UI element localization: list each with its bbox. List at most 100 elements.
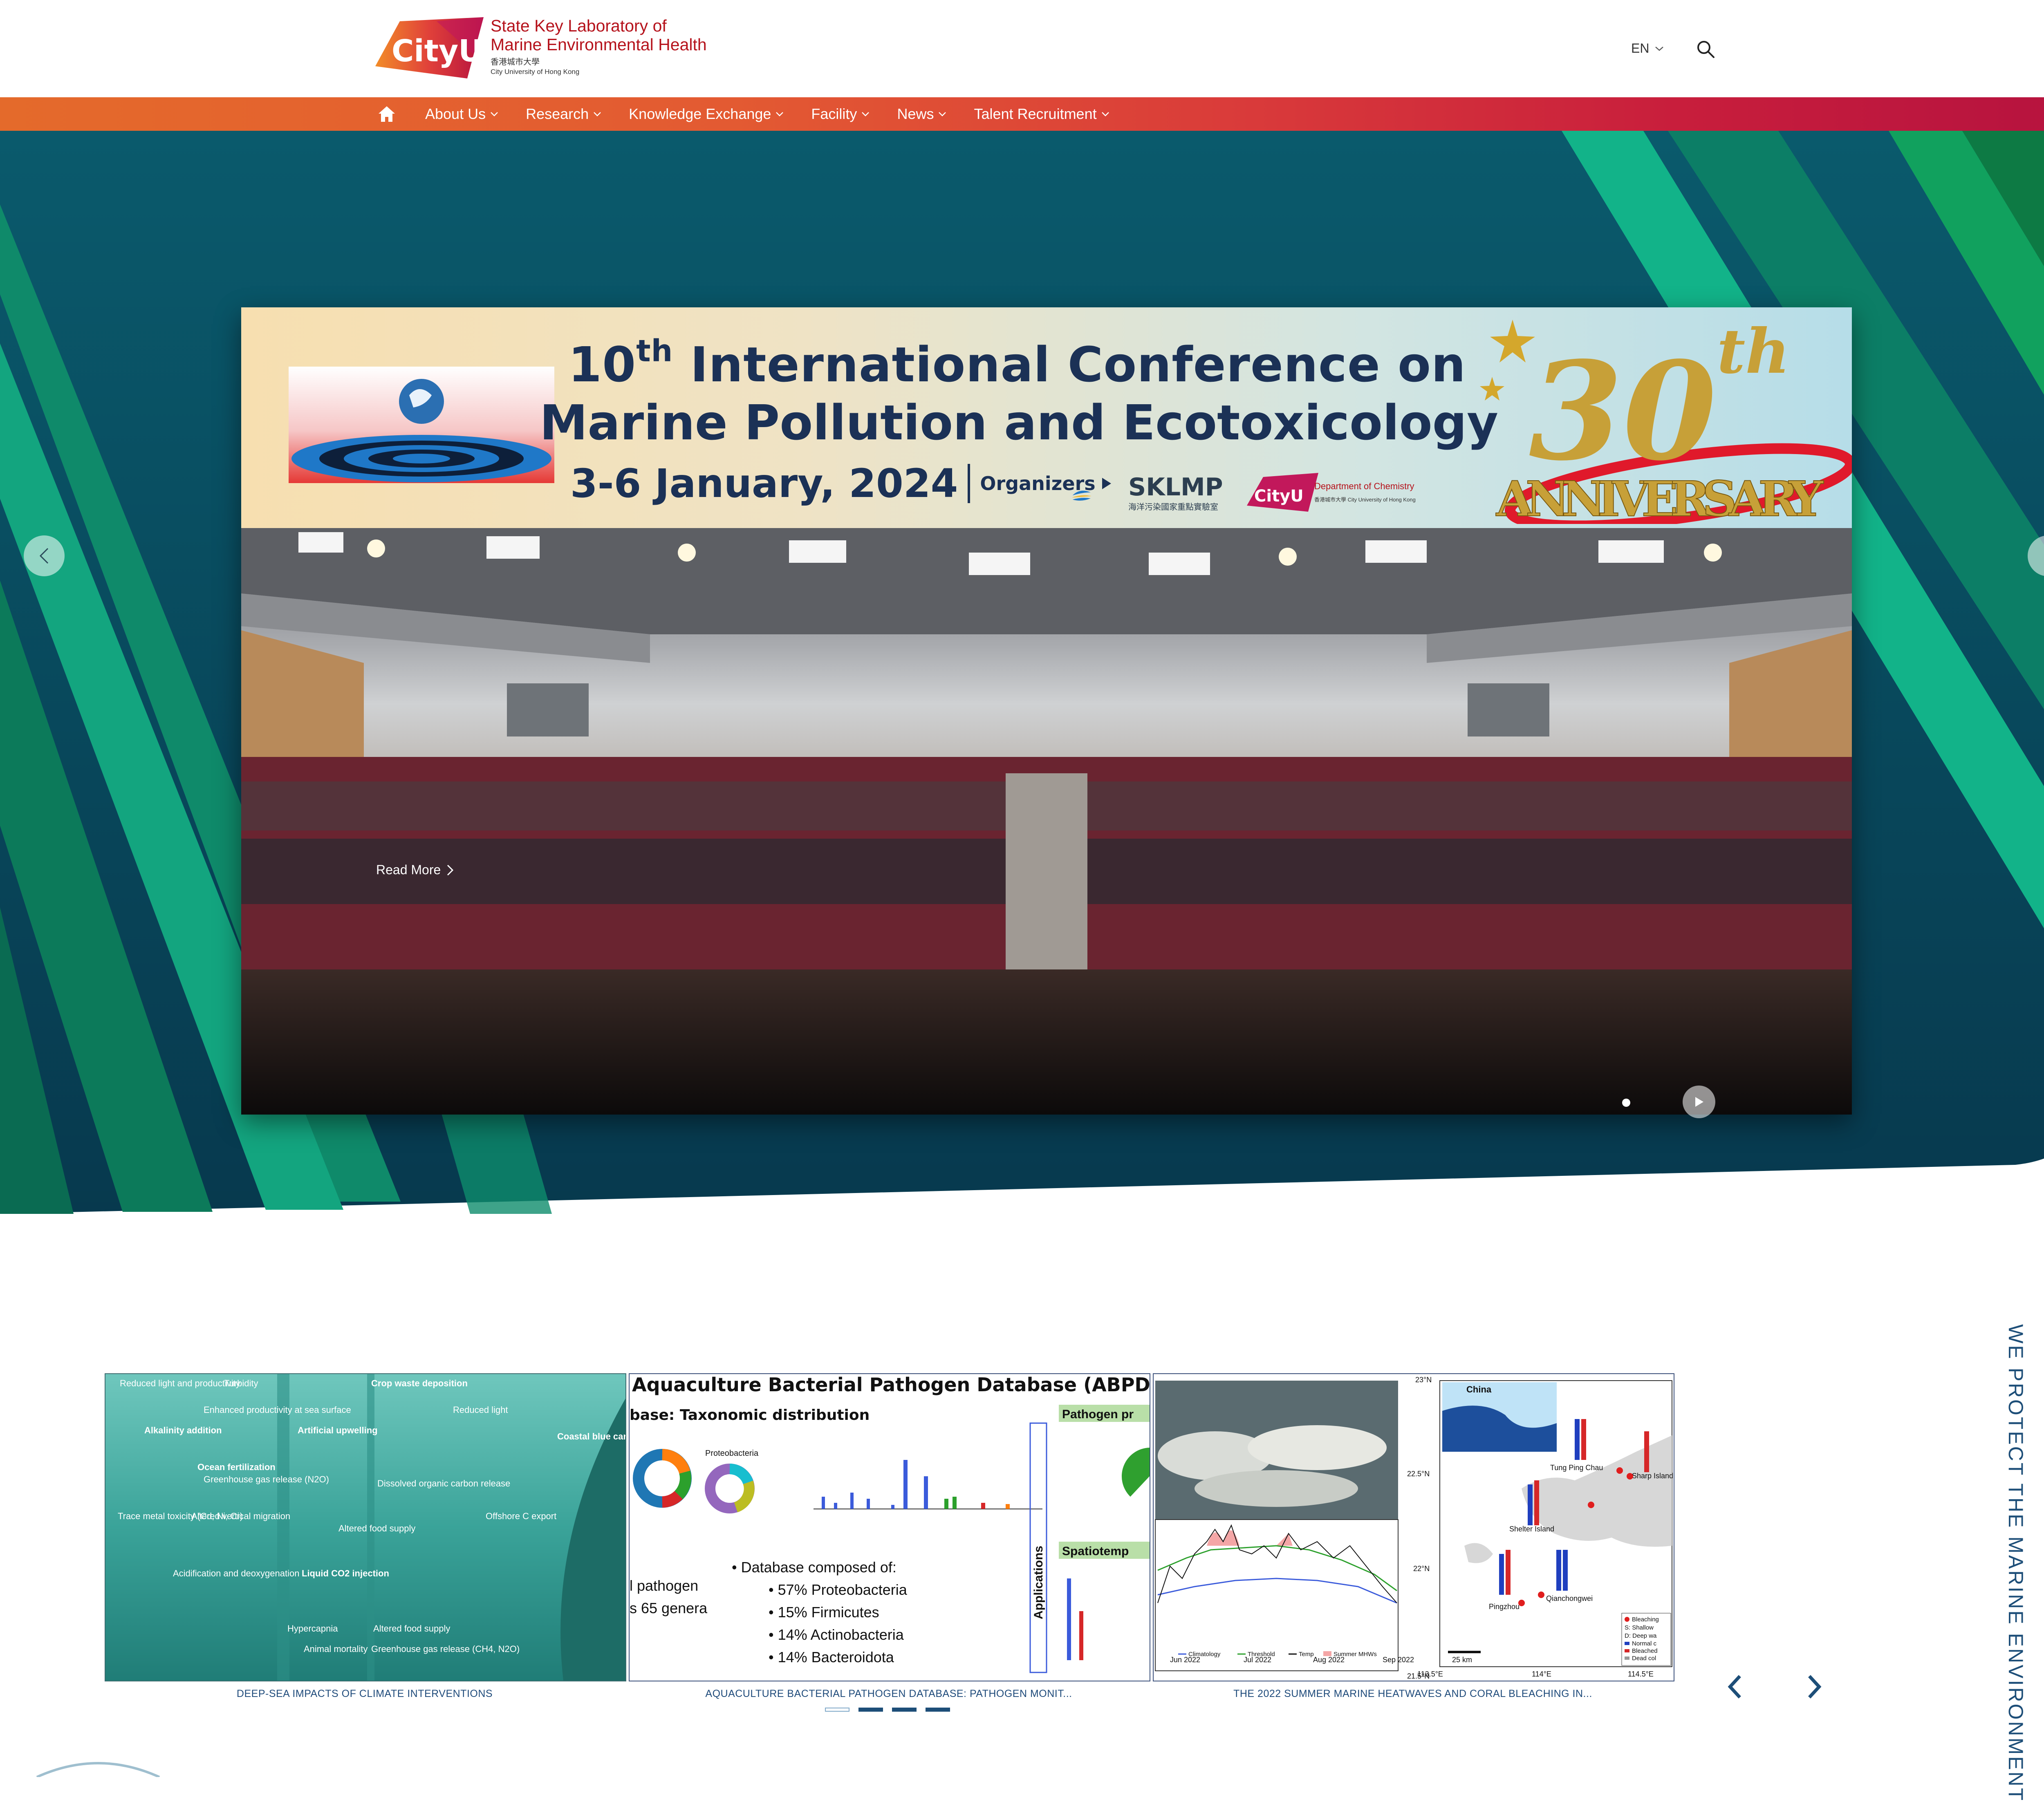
svg-text:Spatiotemp: Spatiotemp <box>1062 1545 1129 1558</box>
svg-text:Dissolved organic carbon relea: Dissolved organic carbon release <box>377 1478 510 1489</box>
nav-news[interactable]: News <box>897 105 947 123</box>
card-caption[interactable]: DEEP-SEA IMPACTS OF CLIMATE INTERVENTION… <box>105 1688 625 1700</box>
organizer-sklmp-sub: 海洋污染國家重點實驗室 <box>1128 503 1218 512</box>
svg-text:Alkalinity addition: Alkalinity addition <box>144 1425 222 1435</box>
svg-text:th: th <box>1717 316 1790 387</box>
svg-text:Threshold: Threshold <box>1248 1651 1275 1658</box>
svg-text:Sep 2022: Sep 2022 <box>1383 1656 1414 1664</box>
svg-text:Climatology: Climatology <box>1188 1651 1221 1658</box>
svg-text:Sharp Island: Sharp Island <box>1632 1472 1673 1480</box>
svg-text:Crop waste deposition: Crop waste deposition <box>371 1378 468 1388</box>
svg-text:23°N: 23°N <box>1415 1376 1432 1384</box>
svg-text:Liquid CO2 injection: Liquid CO2 injection <box>302 1568 389 1578</box>
svg-text:China: China <box>1466 1384 1492 1395</box>
svg-text:113.5°E: 113.5°E <box>1417 1670 1443 1678</box>
svg-text:Offshore C export: Offshore C export <box>486 1511 556 1521</box>
svg-text:Temp: Temp <box>1299 1651 1314 1658</box>
svg-text:• 14% Actinobacteria: • 14% Actinobacteria <box>769 1626 904 1643</box>
nav-label: Facility <box>811 105 857 122</box>
carousel-page-2[interactable] <box>858 1708 883 1712</box>
university-name-cn: 香港城市大學 <box>491 58 540 67</box>
nav-label: Research <box>526 105 589 122</box>
svg-text:base: Taxonomic distribution: base: Taxonomic distribution <box>630 1407 870 1424</box>
anniversary-badge: 30 th ANNIVERSARY <box>1480 316 1852 524</box>
research-card-abpd[interactable]: Aquaculture Bacterial Pathogen Database … <box>629 1373 1150 1681</box>
svg-text:• Database composed of:: • Database composed of: <box>732 1559 896 1576</box>
read-more-link[interactable]: Read More <box>376 862 454 877</box>
slide-dot-1[interactable] <box>1602 1099 1611 1107</box>
card-caption[interactable]: THE 2022 SUMMER MARINE HEATWAVES AND COR… <box>1153 1688 1673 1700</box>
organizer-dept-chemistry: Department of Chemistry <box>1314 481 1414 491</box>
nav-talent-recruitment[interactable]: Talent Recruitment <box>974 105 1109 123</box>
svg-text:Artificial upwelling: Artificial upwelling <box>298 1425 378 1435</box>
svg-text:l pathogen: l pathogen <box>630 1577 698 1594</box>
lab-name-line2: Marine Environmental Health <box>491 35 707 54</box>
svg-text:Acidification and deoxygenatio: Acidification and deoxygenation <box>173 1568 299 1578</box>
chevron-down-icon <box>1655 46 1664 51</box>
nav-research[interactable]: Research <box>526 105 602 123</box>
organizer-sklmp: SKLMP <box>1128 473 1223 501</box>
research-card-deep-sea[interactable]: Reduced light and productivity Turbidity… <box>105 1373 626 1681</box>
chevron-down-icon <box>776 112 784 116</box>
cityu-logo-mark: CityU <box>375 17 484 78</box>
svg-text:• 57% Proteobacteria: • 57% Proteobacteria <box>769 1581 908 1598</box>
svg-text:Summer MHWs: Summer MHWs <box>1334 1651 1377 1658</box>
svg-text:22°N: 22°N <box>1413 1565 1430 1573</box>
svg-text:Applications: Applications <box>1032 1546 1045 1619</box>
svg-text:Reduced light: Reduced light <box>453 1405 508 1415</box>
hero-prev-button[interactable] <box>24 535 65 576</box>
svg-text:Greenhouse gas release (N2O): Greenhouse gas release (N2O) <box>204 1474 329 1484</box>
svg-text:s 65 genera: s 65 genera <box>630 1600 708 1616</box>
chevron-left-icon <box>39 548 49 564</box>
search-icon[interactable] <box>1696 39 1715 59</box>
carousel-page-3[interactable] <box>892 1708 917 1712</box>
svg-text:Bleached: Bleached <box>1632 1648 1658 1654</box>
language-label: EN <box>1631 41 1650 56</box>
svg-text:Altered food supply: Altered food supply <box>373 1623 450 1634</box>
language-selector[interactable]: EN <box>1631 41 1665 56</box>
nav-label: About Us <box>425 105 486 122</box>
nav-knowledge-exchange[interactable]: Knowledge Exchange <box>629 105 784 123</box>
carousel-page-4[interactable] <box>926 1708 950 1712</box>
slide-dot-2[interactable] <box>1622 1099 1630 1107</box>
heatwave-figure: Jun 2022 Jul 2022 Aug 2022 Sep 2022 Clim… <box>1154 1374 1674 1681</box>
svg-text:Reduced light and productivity: Reduced light and productivity <box>120 1378 240 1388</box>
decorative-arc <box>36 1762 160 1777</box>
site-logo[interactable]: CityU State Key Laboratory of Marine Env… <box>375 15 719 84</box>
carousel-page-1[interactable] <box>825 1708 849 1712</box>
cards-next-button[interactable] <box>1805 1674 1823 1700</box>
svg-text:Coastal blue carbon: Coastal blue carbon <box>557 1431 625 1442</box>
svg-text:CityU: CityU <box>1254 487 1304 506</box>
svg-text:114°E: 114°E <box>1532 1670 1551 1678</box>
svg-text:30: 30 <box>1529 332 1717 490</box>
svg-text:Bleaching: Bleaching <box>1632 1616 1659 1623</box>
svg-text:CityU: CityU <box>392 34 483 69</box>
slide-dot-3[interactable] <box>1642 1099 1650 1107</box>
home-link[interactable] <box>375 103 398 125</box>
svg-text:Hypercapnia: Hypercapnia <box>287 1623 338 1634</box>
site-header: CityU State Key Laboratory of Marine Env… <box>0 0 2044 97</box>
card-caption[interactable]: AQUACULTURE BACTERIAL PATHOGEN DATABASE:… <box>629 1688 1149 1700</box>
conference-group-photo <box>241 528 1852 1115</box>
nav-facility[interactable]: Facility <box>811 105 870 123</box>
svg-text:25 km: 25 km <box>1452 1656 1472 1664</box>
play-button[interactable] <box>1683 1086 1715 1118</box>
nav-label: Talent Recruitment <box>974 105 1097 122</box>
svg-text:• 15% Firmicutes: • 15% Firmicutes <box>769 1604 879 1621</box>
svg-text:Greenhouse gas release (CH4, N: Greenhouse gas release (CH4, N2O) <box>371 1644 520 1654</box>
svg-text:Tung Ping Chau: Tung Ping Chau <box>1550 1464 1603 1472</box>
nav-label: Knowledge Exchange <box>629 105 771 122</box>
chevron-down-icon <box>862 112 870 116</box>
research-card-heatwaves[interactable]: Jun 2022 Jul 2022 Aug 2022 Sep 2022 Clim… <box>1153 1373 1674 1681</box>
hero-slide[interactable]: 10th International Conference on Marine … <box>241 307 1852 1115</box>
svg-text:114.5°E: 114.5°E <box>1628 1670 1654 1678</box>
chevron-right-icon <box>447 864 454 875</box>
nav-label: News <box>897 105 934 122</box>
cards-prev-button[interactable] <box>1726 1674 1744 1700</box>
main-nav: About Us Research Knowledge Exchange Fac… <box>0 97 2044 131</box>
organizer-dept-chemistry-sub: 香港城市大學 City University of Hong Kong <box>1314 497 1416 503</box>
svg-text:Aquaculture Bacterial Pathogen: Aquaculture Bacterial Pathogen Database … <box>632 1374 1150 1396</box>
svg-text:22.5°N: 22.5°N <box>1407 1470 1430 1478</box>
conference-logo <box>289 367 554 483</box>
nav-about-us[interactable]: About Us <box>425 105 499 123</box>
